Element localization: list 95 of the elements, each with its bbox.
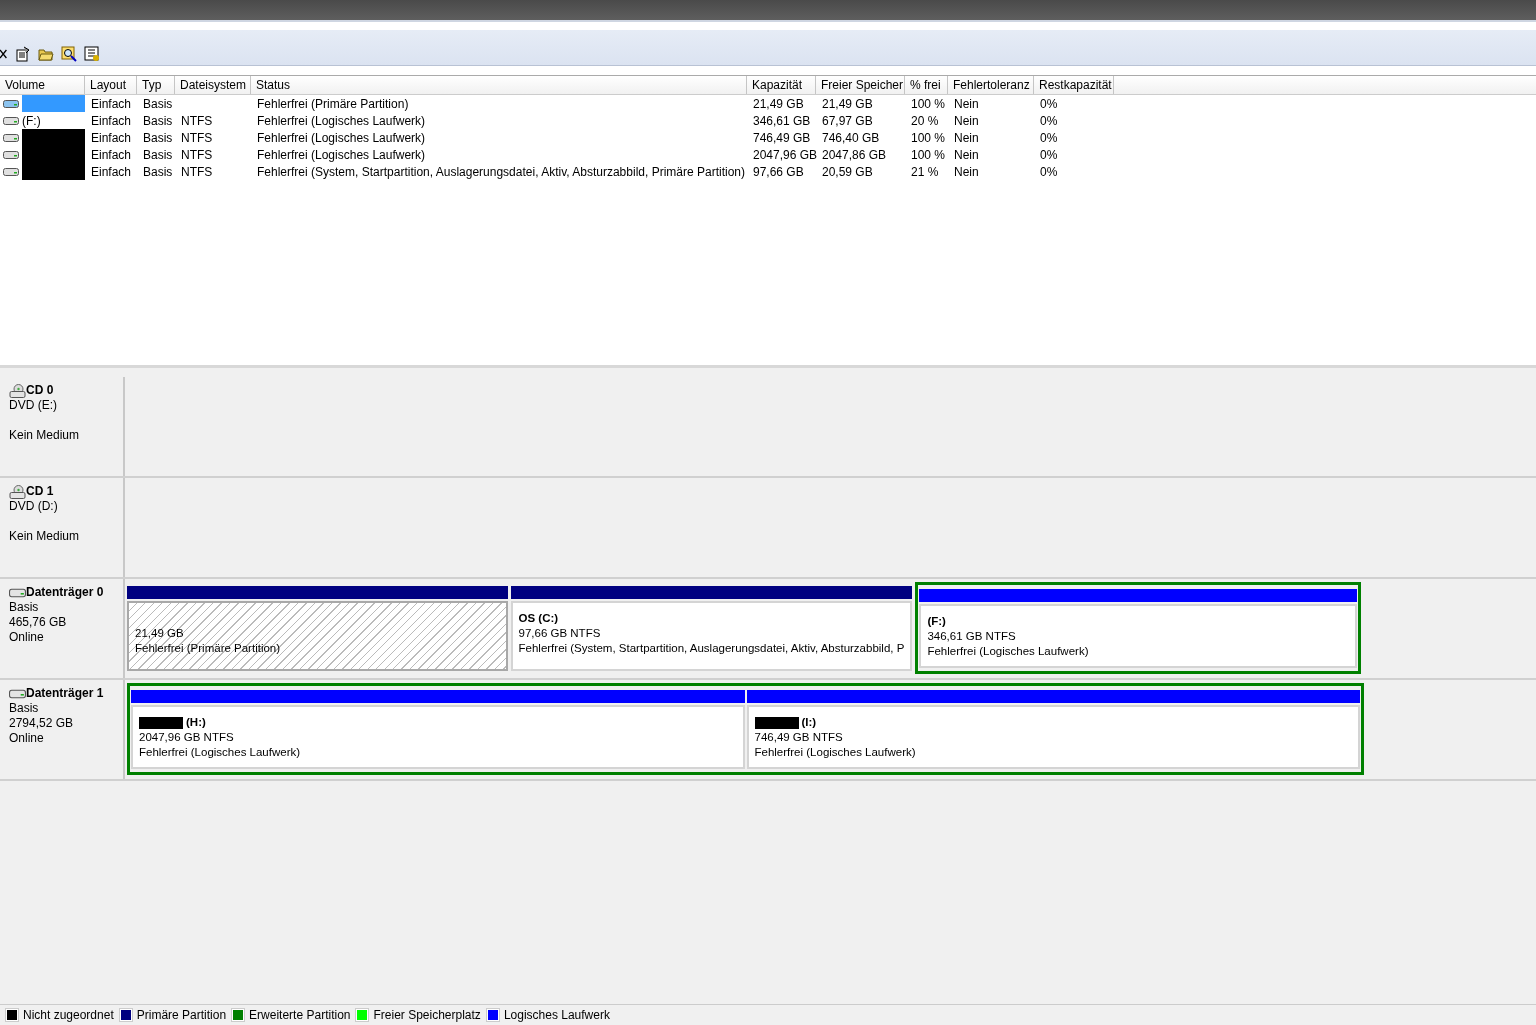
table-cell: Nein [954,147,979,162]
table-cell: 97,66 GB [753,164,804,179]
volume-name[interactable]: (F:) [22,113,41,128]
disk-detail: Basis [9,701,40,716]
table-cell: 346,61 GB [753,113,811,128]
table-cell: Einfach [91,164,132,179]
table-cell: 0% [1040,147,1058,162]
partition-size: 346,61 GB NTFS [927,629,1017,644]
partition-size: 2047,96 GB NTFS [139,730,235,745]
table-cell: 67,97 GB [822,113,873,128]
disk-drive-icon [9,586,26,600]
table-cell: 2047,96 GB [753,147,818,162]
search-icon[interactable] [61,45,77,62]
table-cell: 746,49 GB [753,130,811,145]
disk-detail: 2794,52 GB [9,716,75,731]
table-cell: Basis [143,147,173,162]
table-cell: 746,40 GB [822,130,880,145]
table-cell: 0% [1040,130,1058,145]
table-cell: Fehlerfrei (Logisches Laufwerk) [257,130,426,145]
table-cell: 100 % [911,96,946,111]
column-header[interactable]: Layout [85,76,137,94]
table-cell: Basis [143,96,173,111]
table-cell: NTFS [181,130,213,145]
table-cell: Einfach [91,113,132,128]
table-cell: Nein [954,113,979,128]
table-cell: 0% [1040,113,1058,128]
partition-size: 21,49 GB [135,626,185,641]
column-header[interactable]: Freier Speicher [816,76,905,94]
table-cell: Fehlerfrei (Primäre Partition) [257,96,409,111]
legend-label: Nicht zugeordnet [23,1008,114,1022]
table-cell: Fehlerfrei (Logisches Laufwerk) [257,113,426,128]
disk-title: Datenträger 1 [26,686,104,701]
column-header[interactable]: Dateisystem [175,76,251,94]
partition-status: Fehlerfrei (Logisches Laufwerk) [927,644,1090,659]
column-header[interactable]: Restkapazität [1034,76,1114,94]
partition-size: 746,49 GB NTFS [754,730,844,745]
table-cell: NTFS [181,147,213,162]
table-cell: Nein [954,130,979,145]
table-cell: Einfach [91,130,132,145]
table-cell: Fehlerfrei (System, Startpartition, Auslagerungsdatei, Aktiv, Absturzabbild, Primäre Partition) [257,164,745,179]
disk-detail: Online [9,630,45,645]
column-header[interactable]: Kapazität [747,76,816,94]
disk-drive-icon [9,687,26,701]
table-cell: 100 % [911,147,946,162]
table-cell: Basis [143,113,173,128]
table-cell: Fehlerfrei (Logisches Laufwerk) [257,147,426,162]
disk-title: CD 0 [26,383,54,398]
legend-label: Erweiterte Partition [249,1008,351,1022]
table-cell: Einfach [91,96,132,111]
table-cell: 21,49 GB [822,96,873,111]
table-cell: 0% [1040,164,1058,179]
table-cell: NTFS [181,113,213,128]
legend-label: Freier Speicherplatz [373,1008,481,1022]
table-cell: NTFS [181,164,213,179]
table-cell: Basis [143,130,173,145]
column-header[interactable]: Volume [0,76,85,94]
legend-label: Primäre Partition [136,1008,227,1022]
partition-size: 97,66 GB NTFS [518,626,602,641]
cd-drive-icon [9,384,26,398]
disk-title: Datenträger 0 [26,585,104,600]
column-header[interactable]: Fehlertoleranz [948,76,1034,94]
table-cell: Nein [954,164,979,179]
disk-status: Kein Medium [9,529,81,544]
partition-status: Fehlerfrei (Primäre Partition) [135,641,282,656]
disk-detail: Basis [9,600,40,615]
table-cell: 100 % [911,130,946,145]
table-cell: 0% [1040,96,1058,111]
table-cell: 20,59 GB [822,164,873,179]
table-cell: Einfach [91,147,132,162]
partition-name: OS (C:) [518,611,559,626]
partition-status: Fehlerfrei (Logisches Laufwerk) [754,745,917,760]
grid-icon[interactable] [84,45,100,62]
legend-label: Logisches Laufwerk [503,1008,610,1022]
disk-detail: Online [9,731,45,746]
cd-drive-icon [9,485,26,499]
partition-status: Fehlerfrei (System, Startpartition, Auslagerungsdatei, Aktiv, Absturzabbild, P [518,641,905,656]
disk-status: Kein Medium [9,428,81,443]
table-cell: Basis [143,164,173,179]
disk-detail: 465,76 GB [9,615,68,630]
table-cell: Nein [954,96,979,111]
partition-name: (I:) [801,715,817,730]
partition-name: (F:) [927,614,946,629]
column-header[interactable]: Typ [137,76,175,94]
partition-name: (H:) [186,715,206,730]
table-cell: 20 % [911,113,939,128]
column-header[interactable]: Status [251,76,747,94]
table-cell: 21 % [911,164,939,179]
properties-icon[interactable] [15,45,31,62]
partition-status: Fehlerfrei (Logisches Laufwerk) [139,745,302,760]
disk-detail: DVD (E:) [9,398,58,413]
table-cell: 21,49 GB [753,96,804,111]
disk-detail: DVD (D:) [9,499,59,514]
table-cell: 2047,86 GB [822,147,887,162]
column-header[interactable]: % frei [905,76,948,94]
disk-title: CD 1 [26,484,54,499]
